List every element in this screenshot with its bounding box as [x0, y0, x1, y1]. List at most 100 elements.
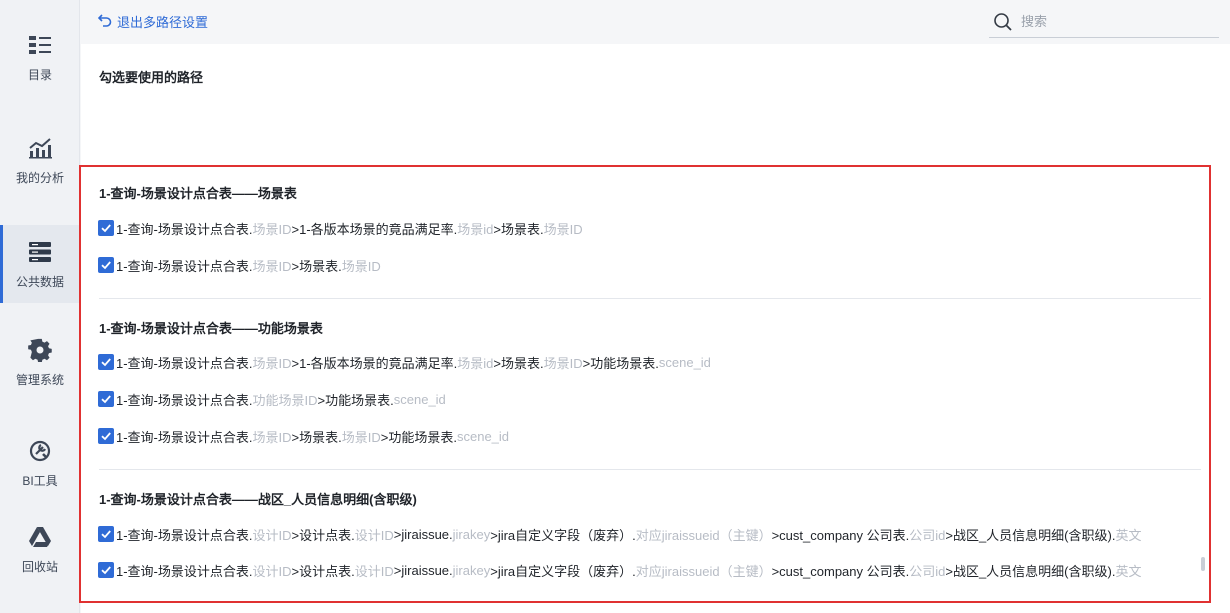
- path-checkbox[interactable]: [98, 428, 114, 444]
- path-table-segment: 1-查询-场景设计点合表.: [116, 527, 253, 543]
- path-table-segment: >jira自定义字段（废弃）.: [490, 527, 636, 543]
- path-field-segment: 场景ID: [341, 429, 381, 445]
- path-field-segment: 公司id: [909, 563, 946, 579]
- path-table-segment: >设计点表.: [291, 563, 355, 579]
- path-table-segment: 1-查询-场景设计点合表.: [116, 355, 253, 371]
- path-field-segment: 场景ID: [543, 355, 583, 371]
- path-field-segment: 场景ID: [252, 258, 292, 274]
- sidebar-item-label: 公共数据: [15, 274, 64, 289]
- path-table-segment: >jira自定义字段（废弃）.: [490, 563, 636, 579]
- sidebar-item-admin[interactable]: 管理系统: [0, 323, 80, 401]
- sidebar-item-label: 管理系统: [15, 372, 64, 387]
- analysis-chart-icon: [27, 135, 53, 161]
- path-field-segment: 功能场景ID: [252, 392, 318, 408]
- path-table-segment: >1-各版本场景的竟品满足率.: [291, 221, 458, 237]
- path-field-segment: 设计ID: [354, 527, 394, 543]
- path-field-segment: 设计ID: [354, 563, 394, 579]
- group-title: 1-查询-场景设计点合表——功能场景表: [99, 321, 323, 336]
- path-table-segment: >jiraissue.: [393, 562, 453, 578]
- path-field-segment: 场景id: [457, 355, 494, 371]
- top-bar: 退出多路径设置: [81, 0, 1230, 44]
- path-checkbox[interactable]: [98, 391, 114, 407]
- path-field-segment: jirakey: [452, 526, 491, 542]
- path-option[interactable]: 1-查询-场景设计点合表. 设计ID >设计点表. 设计ID >jiraissue. ji…: [98, 525, 1141, 543]
- sidebar-item-label: BI工具: [22, 473, 58, 488]
- path-table-segment: >cust_company 公司表.: [771, 563, 910, 579]
- gear-icon: [27, 337, 53, 363]
- path-field-segment: jirakey: [452, 562, 491, 578]
- path-option[interactable]: 1-查询-场景设计点合表. 功能场景ID >功能场景表. scene_id: [98, 390, 446, 408]
- sidebar-item-label: 我的分析: [15, 170, 64, 185]
- sidebar-item-bi-tools[interactable]: BI工具: [0, 424, 80, 502]
- path-field-segment: 场景ID: [252, 355, 292, 371]
- group-title: 1-查询-场景设计点合表——场景表: [99, 186, 297, 201]
- undo-arrow-icon: [97, 13, 112, 30]
- path-field-segment: 英文: [1115, 527, 1142, 543]
- path-field-segment: 场景ID: [252, 429, 292, 445]
- path-checkbox[interactable]: [98, 526, 114, 542]
- exit-multipath-button[interactable]: 退出多路径设置: [97, 12, 209, 31]
- path-table-segment: >场景表.: [291, 429, 342, 445]
- sidebar-item-catalog[interactable]: 目录: [0, 18, 80, 96]
- search-box: [989, 6, 1219, 38]
- path-option[interactable]: 1-查询-场景设计点合表. 设计ID >设计点表. 设计ID >jiraissue. ji…: [98, 561, 1141, 579]
- checkmark-icon: [101, 566, 111, 575]
- path-option[interactable]: 1-查询-场景设计点合表. 场景ID >1-各版本场景的竟品满足率. 场景id >场景表…: [98, 219, 583, 237]
- path-table-segment: >场景表.: [493, 221, 544, 237]
- path-option[interactable]: 1-查询-场景设计点合表. 场景ID >1-各版本场景的竟品满足率. 场景id >场景表…: [98, 353, 711, 371]
- path-field-segment: scene_id: [456, 428, 510, 444]
- path-table-segment: >场景表.: [291, 258, 342, 274]
- path-table-segment: >jiraissue.: [393, 526, 453, 542]
- sidebar-item-public-data[interactable]: 公共数据: [0, 225, 80, 303]
- checkmark-icon: [101, 395, 111, 404]
- path-field-segment: 场景ID: [341, 258, 381, 274]
- path-field-segment: 设计ID: [252, 563, 292, 579]
- search-input[interactable]: [1021, 14, 1211, 29]
- page-title: 勾选要使用的路径: [99, 70, 204, 85]
- search-icon: [993, 12, 1013, 32]
- group-divider: [99, 469, 1201, 470]
- path-table-segment: >1-各版本场景的竟品满足率.: [291, 355, 458, 371]
- checkmark-icon: [101, 358, 111, 367]
- path-table-segment: 1-查询-场景设计点合表.: [116, 563, 253, 579]
- path-field-segment: 对应jiraissueid（主键）: [635, 563, 772, 579]
- path-field-segment: scene_id: [658, 354, 711, 370]
- path-table-segment: >场景表.: [493, 355, 544, 371]
- path-option[interactable]: 1-查询-场景设计点合表. 场景ID >场景表. 场景ID >功能场景表. scene_i…: [98, 427, 509, 445]
- checkmark-icon: [101, 224, 111, 233]
- path-field-segment: 英文: [1115, 563, 1142, 579]
- path-checkbox[interactable]: [98, 562, 114, 578]
- path-table-segment: 1-查询-场景设计点合表.: [116, 221, 253, 237]
- sidebar-item-recycle-bin[interactable]: 回收站: [0, 510, 80, 588]
- path-field-segment: 场景ID: [543, 221, 583, 237]
- path-table-segment: 1-查询-场景设计点合表.: [116, 258, 253, 274]
- path-field-segment: 场景ID: [252, 221, 292, 237]
- group-title: 1-查询-场景设计点合表——战区_人员信息明细(含职级): [99, 492, 417, 507]
- path-table-segment: >cust_company 公司表.: [771, 527, 910, 543]
- path-selection-panel: 1-查询-场景设计点合表——场景表 1-查询-场景设计点合表. 场景ID >1-各版…: [79, 165, 1211, 603]
- path-table-segment: 1-查询-场景设计点合表.: [116, 429, 253, 445]
- bi-tool-icon: [27, 438, 53, 464]
- checkmark-icon: [101, 261, 111, 270]
- path-table-segment: 1-查询-场景设计点合表.: [116, 392, 253, 408]
- path-field-segment: 对应jiraissueid（主键）: [635, 527, 772, 543]
- database-icon: [27, 239, 53, 265]
- path-checkbox[interactable]: [98, 220, 114, 236]
- path-table-segment: >功能场景表.: [317, 392, 394, 408]
- checkmark-icon: [101, 530, 111, 539]
- path-checkbox[interactable]: [98, 354, 114, 370]
- exit-multipath-label: 退出多路径设置: [117, 15, 209, 30]
- scrollbar-thumb[interactable]: [1201, 557, 1205, 571]
- sidebar: 目录 我的分析 公共数据 管理系统 BI工具 回收站: [0, 0, 80, 613]
- sidebar-item-label: 目录: [27, 67, 52, 82]
- path-table-segment: >战区_人员信息明细(含职级).: [945, 527, 1116, 543]
- path-field-segment: 公司id: [909, 527, 946, 543]
- sidebar-item-my-analysis[interactable]: 我的分析: [0, 121, 80, 199]
- checkmark-icon: [101, 432, 111, 441]
- path-table-segment: >功能场景表.: [380, 429, 457, 445]
- main-content: 勾选要使用的路径 1-查询-场景设计点合表——场景表 1-查询-场景设计点合表.…: [79, 44, 1230, 613]
- path-option[interactable]: 1-查询-场景设计点合表. 场景ID >场景表. 场景ID: [98, 256, 381, 274]
- path-checkbox[interactable]: [98, 257, 114, 273]
- path-table-segment: >功能场景表.: [582, 355, 659, 371]
- path-field-segment: 场景id: [457, 221, 494, 237]
